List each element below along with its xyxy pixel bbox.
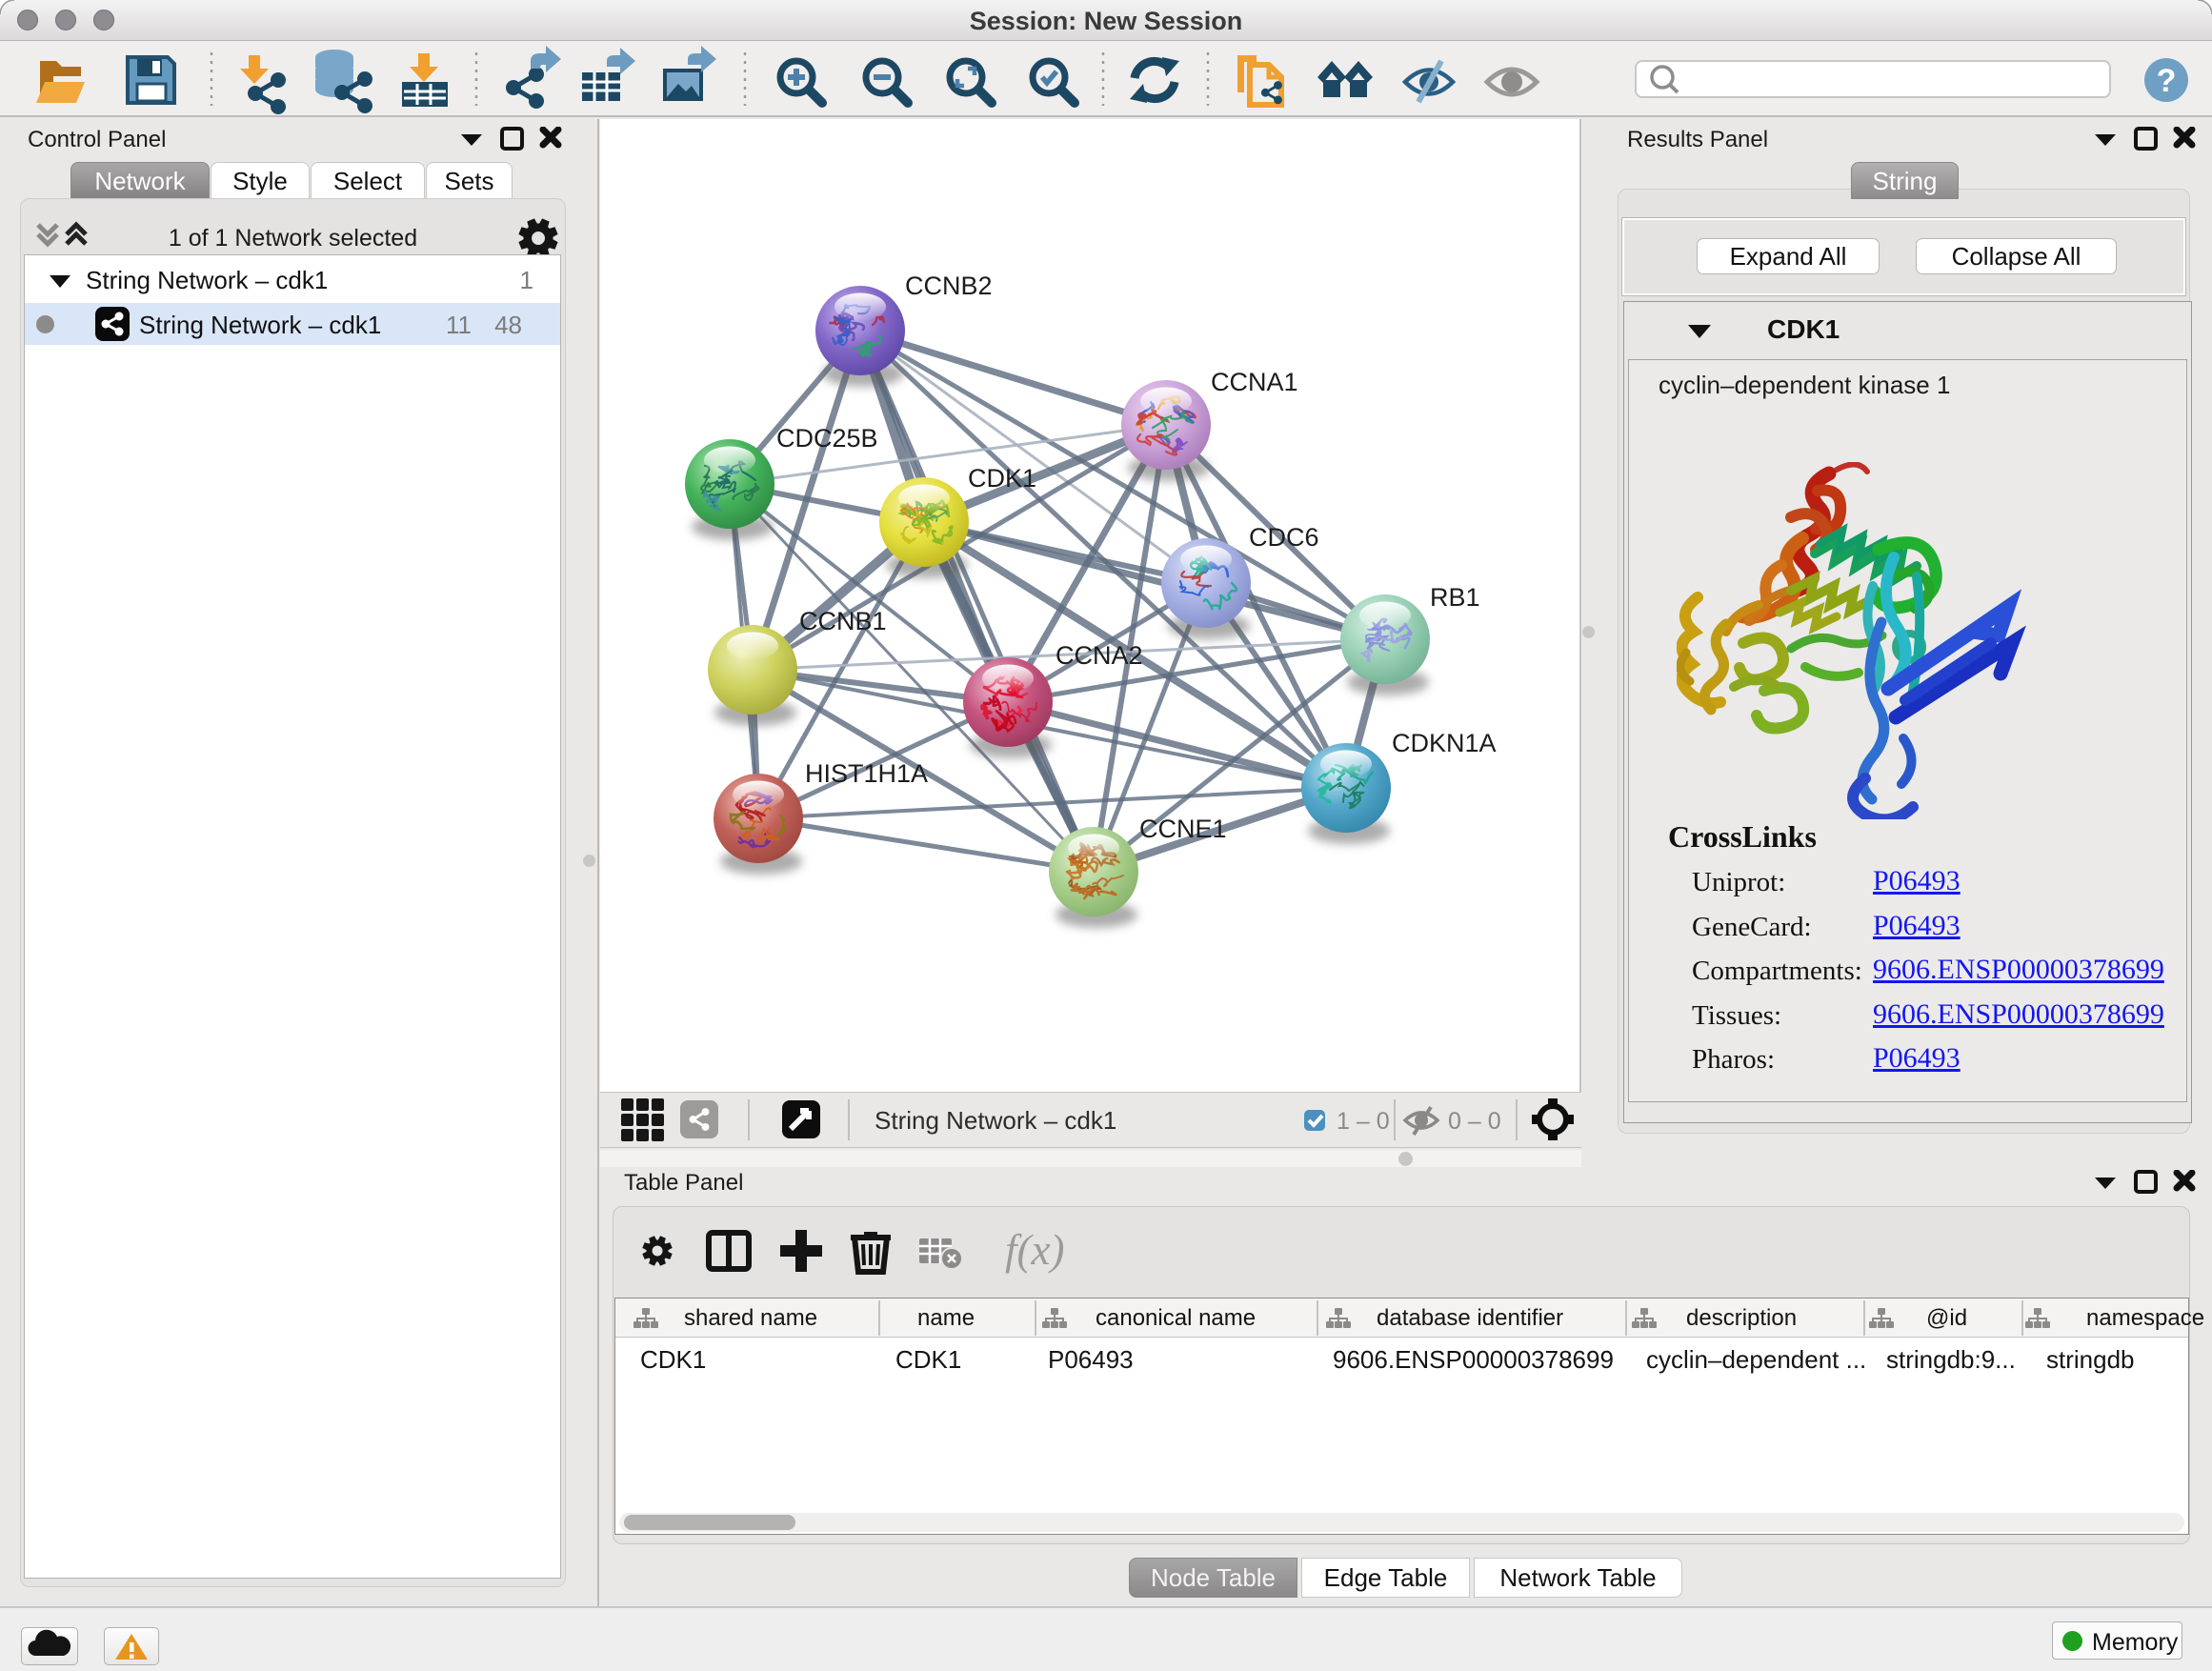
svg-text:CCNB1: CCNB1: [799, 607, 887, 635]
svg-text:CDC6: CDC6: [1249, 523, 1319, 552]
svg-text:?: ?: [2157, 63, 2177, 99]
svg-text:CDC25B: CDC25B: [776, 424, 878, 453]
svg-text:CCNA2: CCNA2: [1056, 641, 1143, 670]
svg-text:f(x): f(x): [1005, 1226, 1064, 1274]
svg-text:CCNA1: CCNA1: [1211, 368, 1298, 396]
svg-text:RB1: RB1: [1430, 583, 1480, 612]
svg-text:CDKN1A: CDKN1A: [1392, 729, 1497, 757]
svg-text:CDK1: CDK1: [968, 464, 1036, 493]
svg-text:CCNE1: CCNE1: [1139, 815, 1227, 843]
svg-text:1 – 0: 1 – 0: [1337, 1108, 1390, 1135]
svg-text:CCNB2: CCNB2: [905, 272, 993, 300]
svg-text:HIST1H1A: HIST1H1A: [805, 759, 928, 788]
svg-text:0 – 0: 0 – 0: [1448, 1108, 1501, 1135]
svg-text:String Network – cdk1: String Network – cdk1: [875, 1106, 1116, 1135]
